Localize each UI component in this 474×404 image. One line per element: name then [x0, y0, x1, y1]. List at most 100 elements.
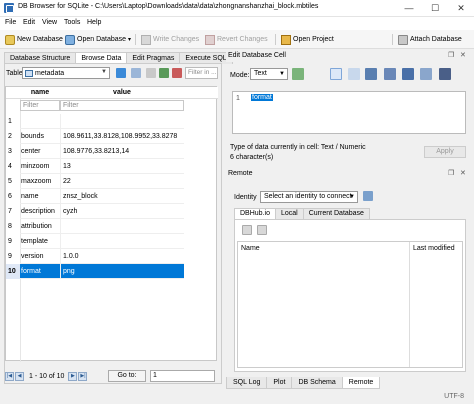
row-number[interactable]: 2 [6, 129, 20, 144]
open-database-button[interactable]: Open Database ▾ [62, 32, 134, 47]
table-row[interactable]: 9 template [6, 234, 218, 249]
maximize-button[interactable]: ☐ [422, 0, 448, 16]
first-page-icon[interactable]: |◀ [5, 371, 14, 381]
row-number[interactable]: 5 [6, 174, 20, 189]
cell-value[interactable]: znsz_block [60, 189, 184, 204]
clone-icon[interactable] [257, 225, 267, 235]
identity-settings-icon[interactable] [363, 191, 373, 201]
close-pane-icon[interactable]: ✕ [460, 169, 466, 177]
table-row[interactable]: 8 attribution [6, 219, 218, 234]
cell-name[interactable]: minzoom [20, 159, 60, 174]
cell-editor[interactable]: 1 format [232, 91, 466, 134]
table-row[interactable]: 9 version 1.0.0 [6, 249, 218, 264]
table-row[interactable]: 1 [6, 114, 218, 129]
tab-plot[interactable]: Plot [266, 377, 293, 389]
menu-view[interactable]: View [42, 19, 57, 26]
tab-current-database[interactable]: Current Database [302, 208, 370, 219]
cell-name[interactable]: version [20, 249, 60, 264]
row-number[interactable]: 7 [6, 204, 20, 219]
home-icon[interactable] [242, 225, 252, 235]
cell-name[interactable]: attribution [20, 219, 60, 234]
next-page-icon[interactable]: ▶ [68, 371, 78, 381]
cell-value[interactable]: 13 [60, 159, 184, 174]
save-filter-icon[interactable] [146, 68, 156, 78]
tab-db-schema[interactable]: DB Schema [291, 377, 343, 389]
goto-button[interactable]: Go to: [108, 370, 146, 382]
table-row[interactable]: 4 minzoom 13 [6, 159, 218, 174]
menu-help[interactable]: Help [87, 19, 101, 26]
filter-name-input[interactable]: Filter [20, 100, 60, 111]
cell-value[interactable] [60, 219, 184, 234]
commit-icon[interactable] [439, 68, 451, 80]
column-header-name[interactable]: name [20, 87, 60, 99]
cell-value[interactable]: 108.9611,33.8128,108.9952,33.8278 [60, 129, 184, 144]
menu-edit[interactable]: Edit [23, 19, 35, 26]
set-null-icon[interactable] [384, 68, 396, 80]
table-row[interactable]: 10 format png [6, 264, 218, 279]
row-number[interactable]: 4 [6, 159, 20, 174]
cell-name[interactable]: center [20, 144, 60, 159]
table-row[interactable]: 2 bounds 108.9611,33.8128,108.9952,33.8278 [6, 129, 218, 144]
auto-format-icon[interactable] [292, 68, 304, 80]
attach-database-button[interactable]: Attach Database [395, 32, 465, 47]
last-page-icon[interactable]: ▶| [78, 371, 88, 381]
float-pane-icon[interactable]: ❐ [448, 51, 454, 59]
table-row[interactable]: 3 center 108.9776,33.8213,14 [6, 144, 218, 159]
row-number[interactable]: 6 [6, 189, 20, 204]
filter-value-input[interactable]: Filter [60, 100, 184, 111]
cell-name[interactable] [20, 114, 60, 129]
open-project-button[interactable]: Open Project [278, 32, 337, 47]
table-row[interactable]: 7 description cyzh [6, 204, 218, 219]
clear-filters-icon[interactable] [131, 68, 141, 78]
row-number[interactable]: 9 [6, 249, 20, 264]
cell-value[interactable] [60, 234, 184, 249]
tab-local[interactable]: Local [274, 208, 304, 219]
revert-changes-button[interactable]: Revert Changes [202, 32, 271, 47]
open-in-editor-icon[interactable] [420, 68, 432, 80]
identity-select[interactable]: Select an identity to connect ▼ [260, 191, 358, 203]
remote-list[interactable]: Name Last modified [237, 241, 463, 368]
cell-name[interactable]: format [20, 264, 60, 279]
row-number[interactable]: 10 [6, 264, 20, 279]
column-header-value[interactable]: value [60, 87, 184, 99]
apply-button[interactable]: Apply [424, 146, 466, 158]
cell-value[interactable]: png [60, 264, 184, 279]
goto-input[interactable]: 1 [150, 370, 215, 382]
cell-value[interactable]: 22 [60, 174, 184, 189]
table-select[interactable]: metadata ▼ [22, 67, 110, 79]
row-number[interactable]: 9 [6, 234, 20, 249]
float-pane-icon[interactable]: ❐ [448, 169, 454, 177]
close-button[interactable]: ✕ [448, 0, 474, 16]
export-file-icon[interactable] [365, 68, 377, 80]
table-row[interactable]: 5 maxzoom 22 [6, 174, 218, 189]
row-number[interactable]: 3 [6, 144, 20, 159]
cell-name[interactable]: name [20, 189, 60, 204]
tab-remote[interactable]: Remote [341, 377, 381, 389]
import-file-icon[interactable] [348, 68, 360, 80]
menu-tools[interactable]: Tools [64, 19, 80, 26]
word-wrap-icon[interactable] [330, 68, 342, 80]
mode-select[interactable]: Text ▼ [250, 68, 288, 80]
cell-value[interactable]: cyzh [60, 204, 184, 219]
print-icon[interactable] [402, 68, 414, 80]
cell-name[interactable]: maxzoom [20, 174, 60, 189]
menu-file[interactable]: File [5, 19, 16, 26]
table-row[interactable]: 6 name znsz_block [6, 189, 218, 204]
refresh-icon[interactable] [116, 68, 126, 78]
write-changes-button[interactable]: Write Changes [138, 32, 202, 47]
new-database-button[interactable]: New Database [2, 32, 66, 47]
cell-name[interactable]: description [20, 204, 60, 219]
cell-value[interactable] [60, 114, 184, 129]
cell-name[interactable]: template [20, 234, 60, 249]
insert-record-icon[interactable] [159, 68, 169, 78]
row-number[interactable]: 1 [6, 114, 20, 129]
filter-in-input[interactable]: Filter in ... [185, 67, 218, 79]
cell-name[interactable]: bounds [20, 129, 60, 144]
tab-dbhub[interactable]: DBHub.io [234, 208, 276, 219]
cell-value[interactable]: 1.0.0 [60, 249, 184, 264]
close-pane-icon[interactable]: ✕ [460, 51, 466, 59]
cell-editor-text[interactable]: format [251, 94, 273, 101]
cell-value[interactable]: 108.9776,33.8213,14 [60, 144, 184, 159]
minimize-button[interactable]: — [396, 0, 422, 16]
delete-record-icon[interactable] [172, 68, 182, 78]
